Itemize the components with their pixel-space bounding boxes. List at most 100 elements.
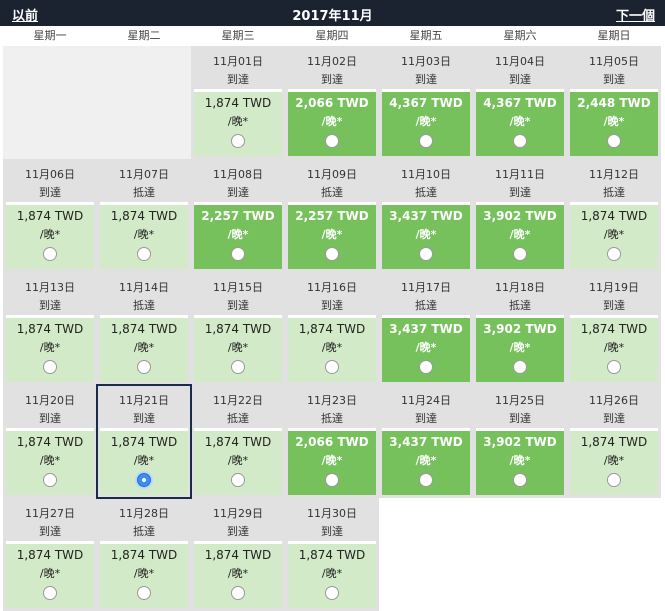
calendar-header: 以前 2017年11月 下一個 — [0, 0, 665, 26]
day-header: 11月09日 抵達 — [288, 162, 376, 202]
day-price: 1,874 TWD — [204, 322, 272, 336]
select-date-radio[interactable] — [419, 247, 433, 261]
select-date-radio[interactable] — [607, 360, 621, 374]
day-status: 抵達 — [415, 299, 437, 312]
day-header: 11月05日 到達 — [570, 49, 658, 89]
day-cell[interactable]: 11月30日 到達 1,874 TWD/晚* — [285, 498, 379, 611]
day-cell[interactable]: 11月19日 到達 1,874 TWD/晚* — [567, 272, 661, 385]
day-status: 到達 — [509, 186, 531, 199]
select-date-radio[interactable] — [513, 360, 527, 374]
select-date-radio[interactable] — [137, 586, 151, 600]
select-date-radio[interactable] — [325, 134, 339, 148]
day-cell[interactable]: 11月22日 抵達 1,874 TWD/晚* — [191, 385, 285, 498]
select-date-radio[interactable] — [43, 360, 57, 374]
day-header: 11月06日 到達 — [6, 162, 94, 202]
day-price-area: 1,874 TWD/晚* — [100, 205, 188, 269]
select-date-radio[interactable] — [607, 134, 621, 148]
day-cell[interactable]: 11月11日 到達 3,902 TWD/晚* — [473, 159, 567, 272]
day-header: 11月10日 抵達 — [382, 162, 470, 202]
day-cell[interactable]: 11月01日 到達 1,874 TWD/晚* — [191, 46, 285, 159]
day-cell[interactable]: 11月04日 到達 4,367 TWD/晚* — [473, 46, 567, 159]
select-date-radio[interactable] — [325, 586, 339, 600]
select-date-radio[interactable] — [43, 586, 57, 600]
day-cell[interactable]: 11月15日 到達 1,874 TWD/晚* — [191, 272, 285, 385]
select-date-radio[interactable] — [137, 247, 151, 261]
day-date: 11月15日 — [213, 281, 263, 294]
day-date: 11月28日 — [119, 507, 169, 520]
day-header: 11月01日 到達 — [194, 49, 282, 89]
day-cell[interactable]: 11月03日 到達 4,367 TWD/晚* — [379, 46, 473, 159]
day-status: 到達 — [321, 525, 343, 538]
select-date-radio[interactable] — [513, 247, 527, 261]
month-title: 2017年11月 — [292, 9, 373, 24]
day-cell[interactable]: 11月26日 到達 1,874 TWD/晚* — [567, 385, 661, 498]
day-status: 到達 — [39, 412, 61, 425]
select-date-radio[interactable] — [607, 247, 621, 261]
select-date-radio[interactable] — [419, 134, 433, 148]
select-date-radio[interactable] — [419, 473, 433, 487]
day-cell[interactable]: 11月21日 到達 1,874 TWD/晚* — [96, 384, 192, 499]
day-card: 11月07日 抵達 1,874 TWD/晚* — [100, 162, 188, 269]
day-price-unit: /晚* — [415, 228, 437, 241]
select-date-radio[interactable] — [513, 473, 527, 487]
empty-day-cell — [3, 46, 97, 159]
select-date-radio[interactable] — [231, 473, 245, 487]
select-date-radio[interactable] — [325, 247, 339, 261]
select-date-radio[interactable] — [231, 360, 245, 374]
day-cell[interactable]: 11月14日 抵達 1,874 TWD/晚* — [97, 272, 191, 385]
day-cell[interactable]: 11月09日 抵達 2,257 TWD/晚* — [285, 159, 379, 272]
day-cell[interactable]: 11月23日 抵達 2,066 TWD/晚* — [285, 385, 379, 498]
day-header: 11月17日 抵達 — [382, 275, 470, 315]
day-status: 到達 — [321, 73, 343, 86]
day-card: 11月19日 到達 1,874 TWD/晚* — [570, 275, 658, 382]
day-date: 11月22日 — [213, 394, 263, 407]
day-price-unit: /晚* — [509, 115, 531, 128]
day-cell[interactable]: 11月13日 到達 1,874 TWD/晚* — [3, 272, 97, 385]
day-cell[interactable]: 11月06日 到達 1,874 TWD/晚* — [3, 159, 97, 272]
day-price: 1,874 TWD — [110, 322, 178, 336]
select-date-radio[interactable] — [607, 473, 621, 487]
day-cell[interactable]: 11月12日 抵達 1,874 TWD/晚* — [567, 159, 661, 272]
select-date-radio[interactable] — [137, 360, 151, 374]
select-date-radio[interactable] — [43, 473, 57, 487]
day-price: 3,902 TWD — [483, 435, 557, 449]
next-month-link[interactable]: 下一個 — [616, 5, 655, 24]
day-cell[interactable]: 11月07日 抵達 1,874 TWD/晚* — [97, 159, 191, 272]
day-cell[interactable]: 11月24日 到達 3,437 TWD/晚* — [379, 385, 473, 498]
select-date-radio[interactable] — [325, 473, 339, 487]
day-header: 11月07日 抵達 — [100, 162, 188, 202]
day-cell[interactable]: 11月25日 到達 3,902 TWD/晚* — [473, 385, 567, 498]
day-cell[interactable]: 11月16日 到達 1,874 TWD/晚* — [285, 272, 379, 385]
day-cell[interactable]: 11月02日 到達 2,066 TWD/晚* — [285, 46, 379, 159]
day-header: 11月02日 到達 — [288, 49, 376, 89]
select-date-radio[interactable] — [137, 473, 151, 487]
select-date-radio[interactable] — [43, 247, 57, 261]
weekday-label: 星期日 — [597, 29, 631, 42]
day-date: 11月19日 — [589, 281, 639, 294]
day-cell[interactable]: 11月10日 抵達 3,437 TWD/晚* — [379, 159, 473, 272]
day-price-area: 3,902 TWD/晚* — [476, 205, 564, 269]
select-date-radio[interactable] — [231, 134, 245, 148]
select-date-radio[interactable] — [513, 134, 527, 148]
day-date: 11月23日 — [307, 394, 357, 407]
day-header: 11月18日 抵達 — [476, 275, 564, 315]
day-cell[interactable]: 11月29日 到達 1,874 TWD/晚* — [191, 498, 285, 611]
day-cell[interactable]: 11月08日 到達 2,257 TWD/晚* — [191, 159, 285, 272]
day-cell[interactable]: 11月17日 抵達 3,437 TWD/晚* — [379, 272, 473, 385]
day-card: 11月02日 到達 2,066 TWD/晚* — [288, 49, 376, 156]
select-date-radio[interactable] — [231, 247, 245, 261]
day-cell[interactable]: 11月27日 到達 1,874 TWD/晚* — [3, 498, 97, 611]
day-price-area: 3,437 TWD/晚* — [382, 205, 470, 269]
day-card: 11月15日 到達 1,874 TWD/晚* — [194, 275, 282, 382]
day-date: 11月20日 — [25, 394, 75, 407]
day-cell[interactable]: 11月28日 抵達 1,874 TWD/晚* — [97, 498, 191, 611]
select-date-radio[interactable] — [419, 360, 433, 374]
day-cell[interactable]: 11月05日 到達 2,448 TWD/晚* — [567, 46, 661, 159]
day-price: 1,874 TWD — [580, 322, 648, 336]
day-price: 3,437 TWD — [389, 322, 463, 336]
day-price-unit: /晚* — [603, 454, 625, 467]
day-cell[interactable]: 11月20日 到達 1,874 TWD/晚* — [3, 385, 97, 498]
select-date-radio[interactable] — [325, 360, 339, 374]
select-date-radio[interactable] — [231, 586, 245, 600]
day-cell[interactable]: 11月18日 抵達 3,902 TWD/晚* — [473, 272, 567, 385]
